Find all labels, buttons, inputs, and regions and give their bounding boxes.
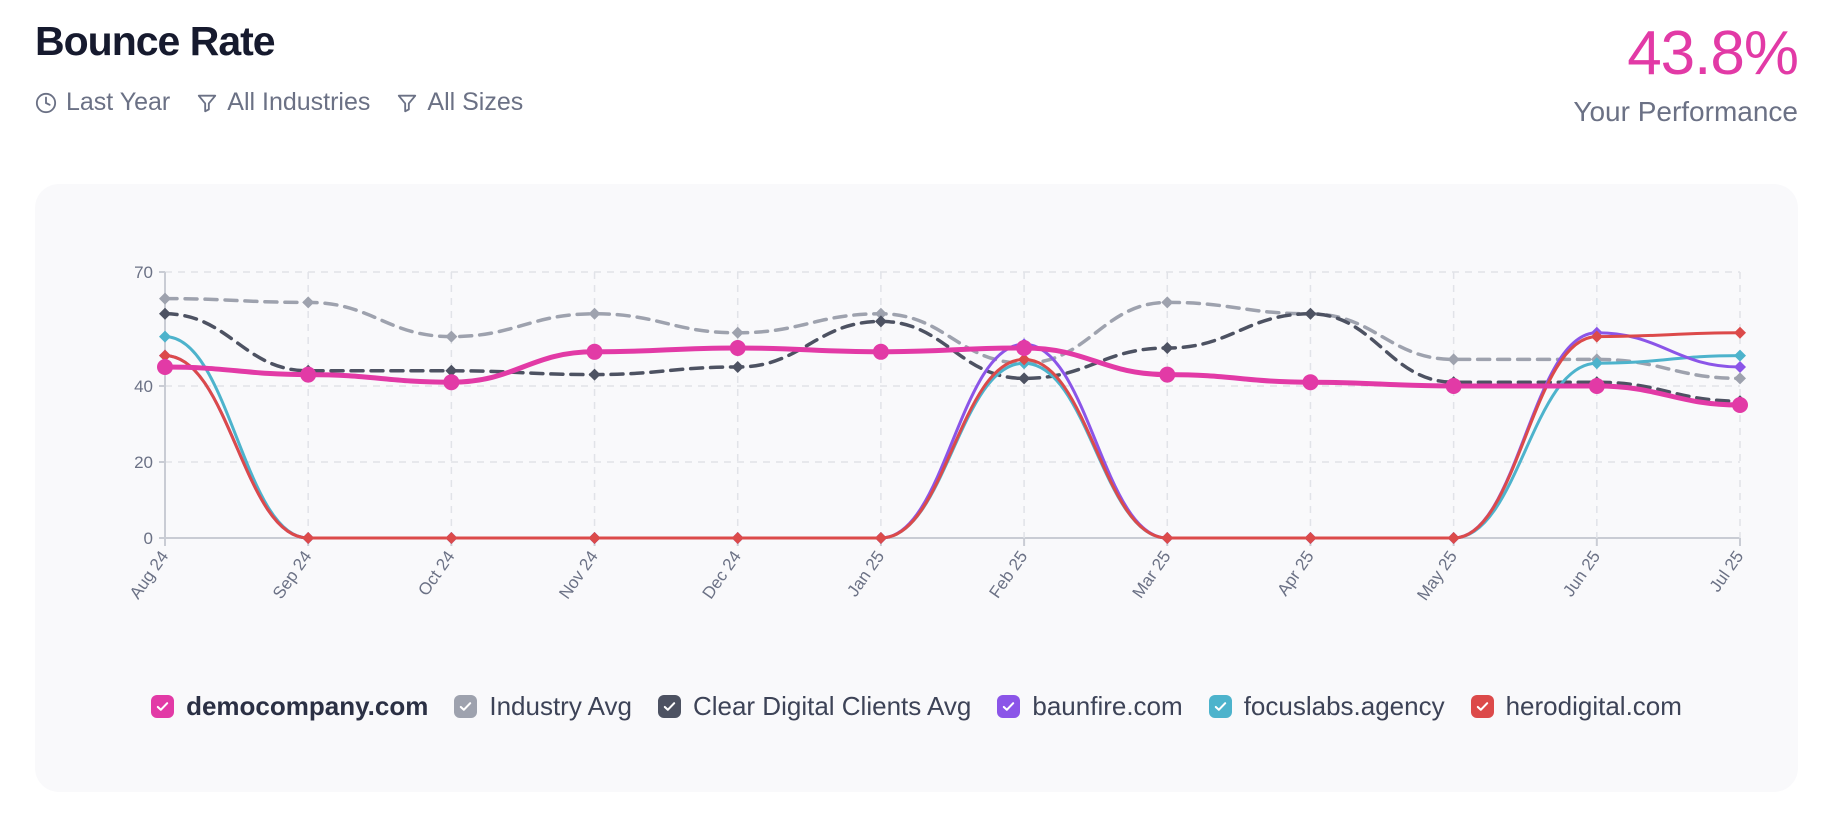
- data-point: [159, 307, 171, 320]
- data-point: [159, 292, 171, 305]
- checkbox-icon[interactable]: [151, 695, 175, 718]
- data-point: [731, 361, 744, 373]
- legend-item[interactable]: democompany.com: [151, 691, 428, 722]
- data-point: [588, 307, 601, 320]
- performance-value: 43.8%: [1627, 19, 1799, 88]
- clock-icon: [35, 92, 57, 113]
- data-point: [157, 359, 173, 375]
- legend-item[interactable]: focuslabs.agency: [1208, 691, 1445, 722]
- filter-label: Last Year: [66, 88, 171, 116]
- filter-label: All Sizes: [427, 88, 524, 116]
- y-tick-label: 40: [134, 377, 153, 396]
- data-point: [1302, 374, 1319, 391]
- legend-label: Clear Digital Clients Avg: [692, 691, 972, 721]
- legend-label: democompany.com: [186, 691, 429, 721]
- data-point: [729, 340, 746, 356]
- data-point: [1304, 532, 1317, 544]
- data-point: [300, 366, 317, 383]
- data-point: [1734, 372, 1746, 385]
- x-tick-label: May 25: [1413, 547, 1461, 604]
- chart-card: 0 20 40 70 Aug 24 Sep 24 Oct 24 Nov 24 Dec 24 Jan…: [35, 184, 1798, 792]
- x-tick-label: Aug 24: [126, 547, 172, 602]
- y-tick-label: 0: [144, 529, 153, 548]
- data-point: [1732, 397, 1748, 413]
- x-tick-label: Mar 25: [1129, 547, 1175, 601]
- filter-icon: [398, 94, 417, 112]
- y-tick-label: 70: [134, 263, 153, 282]
- data-point: [872, 343, 889, 360]
- legend-item[interactable]: Industry Avg: [454, 691, 632, 722]
- data-point: [1161, 342, 1174, 354]
- data-point: [445, 532, 458, 544]
- series-line: [163, 331, 1742, 540]
- data-point: [1447, 532, 1460, 544]
- filter-label: All Industries: [227, 88, 371, 116]
- y-tick-label: 20: [134, 453, 153, 472]
- data-point: [1734, 326, 1746, 339]
- grid: [164, 271, 1741, 539]
- checkbox-icon[interactable]: [454, 695, 478, 718]
- checkbox-icon[interactable]: [1208, 695, 1232, 718]
- x-tick-label: Dec 24: [699, 547, 745, 602]
- x-tick-label: Sep 24: [269, 547, 315, 602]
- data-point: [1734, 361, 1746, 373]
- data-point: [302, 532, 315, 544]
- data-point: [874, 532, 887, 544]
- data-point: [1161, 532, 1174, 544]
- line-chart: 0 20 40 70 Aug 24 Sep 24 Oct 24 Nov 24 Dec 24 Jan…: [126, 263, 1748, 604]
- legend-label: Industry Avg: [489, 691, 632, 721]
- data-point: [874, 315, 887, 328]
- data-point: [1304, 307, 1317, 320]
- series-clear-digital-clients-avg: [159, 307, 1746, 408]
- checkbox-icon[interactable]: [657, 695, 681, 718]
- legend-item[interactable]: baunfire.com: [997, 691, 1183, 722]
- series-line: [163, 331, 1742, 540]
- x-tick-label: Jul 25: [1706, 547, 1748, 595]
- legend-label: herodigital.com: [1505, 691, 1682, 721]
- data-point: [1447, 353, 1460, 366]
- checkbox-icon[interactable]: [1470, 695, 1494, 718]
- x-tick-label: Nov 24: [555, 547, 601, 602]
- data-point: [731, 326, 744, 339]
- data-point: [1734, 349, 1746, 362]
- series-line: [163, 296, 1742, 381]
- filter-last-year[interactable]: Last Year: [35, 88, 170, 117]
- data-point: [1588, 378, 1605, 394]
- data-point: [445, 330, 458, 343]
- data-point: [159, 330, 171, 343]
- page-title: Bounce Rate: [35, 18, 276, 64]
- x-tick-label: Oct 24: [414, 547, 458, 599]
- data-point: [443, 374, 460, 391]
- data-point: [588, 368, 601, 381]
- chart-legend: democompany.com Industry Avg Clear Digital…: [35, 691, 1798, 722]
- filter-all-sizes[interactable]: All Sizes: [396, 88, 523, 117]
- filter-bar: Last Year All Industries All Sizes: [35, 88, 549, 117]
- data-point: [1445, 378, 1462, 394]
- performance-label: Your Performance: [1573, 96, 1798, 127]
- data-point: [588, 532, 601, 544]
- legend-label: focuslabs.agency: [1243, 691, 1445, 721]
- x-tick-label: Feb 25: [985, 547, 1031, 601]
- legend-item[interactable]: herodigital.com: [1470, 691, 1682, 722]
- data-point: [1016, 340, 1033, 356]
- checkbox-icon[interactable]: [997, 695, 1021, 718]
- data-point: [1161, 296, 1174, 309]
- filter-icon: [198, 94, 217, 112]
- filter-all-industries[interactable]: All Industries: [196, 88, 370, 117]
- x-tick-label: Apr 25: [1273, 547, 1317, 599]
- data-point: [302, 296, 315, 309]
- legend-item[interactable]: Clear Digital Clients Avg: [657, 691, 972, 722]
- data-point: [1018, 372, 1031, 385]
- data-point: [1159, 366, 1176, 383]
- data-point: [586, 343, 603, 360]
- legend-label: baunfire.com: [1032, 691, 1183, 721]
- x-tick-label: Jun 25: [1559, 547, 1604, 600]
- data-point: [731, 532, 744, 544]
- x-tick-label: Jan 25: [843, 547, 888, 600]
- series-line: [162, 345, 1743, 408]
- series-democompany-com: [157, 340, 1748, 413]
